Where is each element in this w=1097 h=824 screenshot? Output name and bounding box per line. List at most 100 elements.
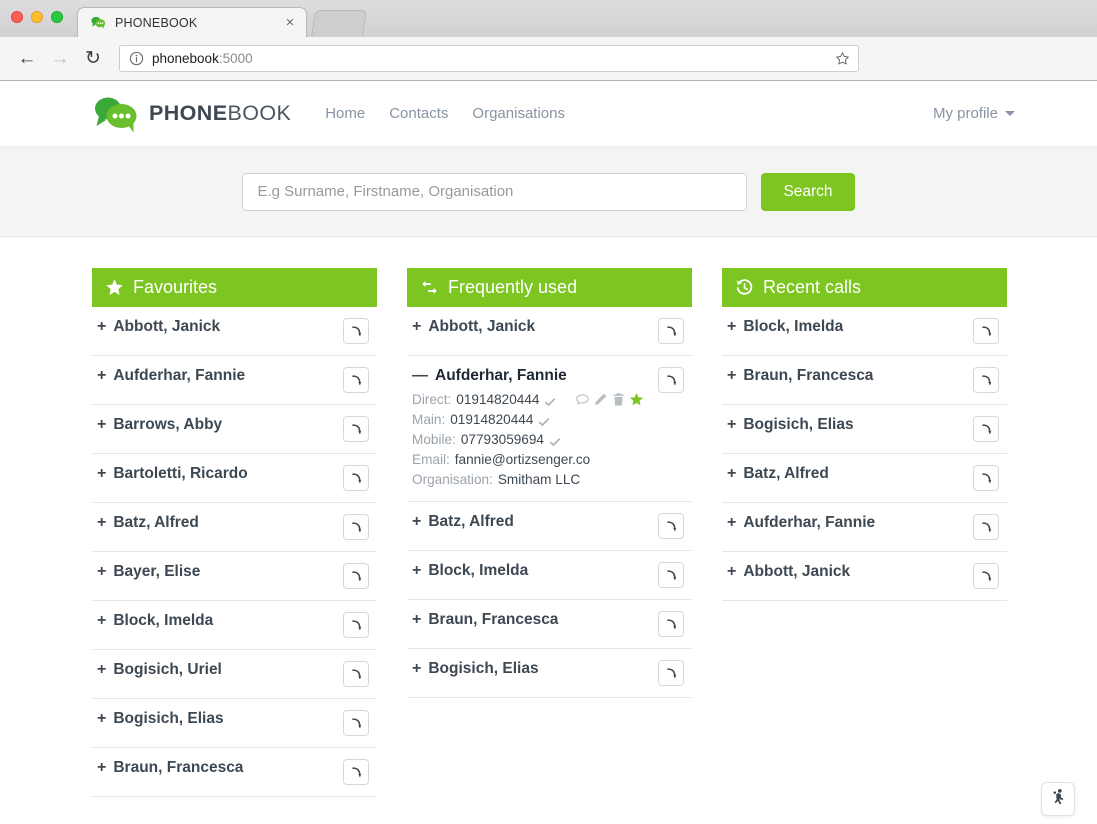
search-button[interactable]: Search bbox=[761, 173, 854, 211]
contact-name: + Bogisich, Uriel bbox=[97, 661, 343, 679]
expand-toggle-icon[interactable]: + bbox=[97, 759, 106, 777]
contact-row[interactable]: + Block, Imelda bbox=[92, 601, 377, 650]
contact-main: + Bartoletti, Ricardo bbox=[97, 465, 343, 483]
column-favourites: Favourites + Abbott, Janick bbox=[92, 268, 377, 797]
contact-row[interactable]: + Braun, Francesca bbox=[407, 600, 692, 649]
expand-toggle-icon[interactable]: + bbox=[97, 661, 106, 679]
dial-arrow-icon[interactable] bbox=[343, 563, 369, 589]
nav-item-organisations[interactable]: Organisations bbox=[460, 97, 577, 130]
dial-arrow-icon[interactable] bbox=[658, 367, 684, 393]
brand-logo-link[interactable]: PHONEBOOK bbox=[92, 95, 291, 133]
brand-text-bold: PHONE bbox=[149, 101, 227, 125]
contact-row[interactable]: + Bogisich, Elias bbox=[92, 699, 377, 748]
expand-toggle-icon[interactable]: + bbox=[97, 465, 106, 483]
new-tab-area[interactable] bbox=[311, 10, 367, 36]
contact-row[interactable]: + Batz, Alfred bbox=[92, 503, 377, 552]
expand-toggle-icon[interactable]: + bbox=[97, 416, 106, 434]
dial-arrow-icon[interactable] bbox=[343, 514, 369, 540]
dial-arrow-icon[interactable] bbox=[658, 660, 684, 686]
expand-toggle-icon[interactable]: + bbox=[412, 660, 421, 678]
expand-toggle-icon[interactable]: + bbox=[97, 318, 106, 336]
dial-arrow-icon[interactable] bbox=[973, 465, 999, 491]
dial-arrow-icon[interactable] bbox=[658, 513, 684, 539]
expand-toggle-icon[interactable]: + bbox=[412, 562, 421, 580]
dial-arrow-icon[interactable] bbox=[973, 416, 999, 442]
contact-row[interactable]: + Bogisich, Elias bbox=[722, 405, 1007, 454]
expand-toggle-icon[interactable]: + bbox=[727, 563, 736, 581]
contact-name-label: Batz, Alfred bbox=[113, 514, 199, 532]
expand-toggle-icon[interactable]: + bbox=[97, 612, 106, 630]
dial-arrow-icon[interactable] bbox=[343, 710, 369, 736]
contact-row[interactable]: + Bogisich, Uriel bbox=[92, 650, 377, 699]
dial-arrow-icon[interactable] bbox=[343, 759, 369, 785]
window-close-button[interactable] bbox=[11, 11, 23, 23]
accessibility-widget-button[interactable] bbox=[1041, 782, 1075, 816]
info-circle-icon[interactable] bbox=[129, 51, 144, 66]
contact-row[interactable]: + Batz, Alfred bbox=[407, 502, 692, 551]
expand-toggle-icon[interactable]: + bbox=[97, 367, 106, 385]
dial-arrow-icon[interactable] bbox=[973, 318, 999, 344]
url-port: :5000 bbox=[219, 51, 253, 66]
contact-row[interactable]: + Bogisich, Elias bbox=[407, 649, 692, 698]
contact-name-label: Bayer, Elise bbox=[113, 563, 200, 581]
expand-toggle-icon[interactable]: + bbox=[412, 513, 421, 531]
expand-toggle-icon[interactable]: + bbox=[97, 563, 106, 581]
back-button[interactable]: ← bbox=[12, 44, 42, 74]
expand-toggle-icon[interactable]: + bbox=[97, 514, 106, 532]
nav-item-home[interactable]: Home bbox=[318, 97, 377, 130]
expand-toggle-icon[interactable]: + bbox=[97, 710, 106, 728]
close-icon[interactable]: × bbox=[282, 15, 298, 31]
browser-tab-phonebook[interactable]: PHONEBOOK × bbox=[77, 7, 307, 37]
contact-row[interactable]: + Braun, Francesca bbox=[722, 356, 1007, 405]
expand-toggle-icon[interactable]: + bbox=[412, 318, 421, 336]
comment-icon[interactable] bbox=[575, 392, 590, 407]
contact-row-expanded[interactable]: — Aufderhar, Fannie bbox=[407, 356, 692, 502]
address-bar[interactable]: phonebook:5000 bbox=[119, 45, 859, 72]
dial-arrow-icon[interactable] bbox=[343, 465, 369, 491]
dial-arrow-icon[interactable] bbox=[658, 562, 684, 588]
dial-arrow-icon[interactable] bbox=[973, 563, 999, 589]
contact-row[interactable]: + Abbott, Janick bbox=[722, 552, 1007, 601]
dial-arrow-icon[interactable] bbox=[343, 318, 369, 344]
contact-row[interactable]: + Aufderhar, Fannie bbox=[722, 503, 1007, 552]
trash-icon[interactable] bbox=[611, 392, 626, 407]
reload-button[interactable]: ↻ bbox=[78, 44, 108, 74]
contact-row[interactable]: + Abbott, Janick bbox=[92, 307, 377, 356]
nav-item-contacts[interactable]: Contacts bbox=[377, 97, 460, 130]
contact-row[interactable]: + Batz, Alfred bbox=[722, 454, 1007, 503]
expand-toggle-icon[interactable]: + bbox=[727, 514, 736, 532]
my-profile-dropdown[interactable]: My profile bbox=[933, 105, 1015, 122]
window-minimize-button[interactable] bbox=[31, 11, 43, 23]
window-maximize-button[interactable] bbox=[51, 11, 63, 23]
dial-arrow-icon[interactable] bbox=[343, 416, 369, 442]
contact-row[interactable]: + Bayer, Elise bbox=[92, 552, 377, 601]
contact-row[interactable]: + Bartoletti, Ricardo bbox=[92, 454, 377, 503]
dial-arrow-icon[interactable] bbox=[973, 514, 999, 540]
pencil-icon[interactable] bbox=[593, 392, 608, 407]
contact-main: + Bogisich, Elias bbox=[727, 416, 973, 434]
dial-arrow-icon[interactable] bbox=[973, 367, 999, 393]
search-input[interactable] bbox=[242, 173, 747, 211]
contact-name: + Aufderhar, Fannie bbox=[727, 514, 973, 532]
browser-tabstrip: PHONEBOOK × bbox=[0, 0, 1097, 37]
star-icon[interactable] bbox=[629, 392, 644, 407]
expand-toggle-icon[interactable]: + bbox=[412, 611, 421, 629]
contact-row[interactable]: + Barrows, Abby bbox=[92, 405, 377, 454]
contact-row[interactable]: + Aufderhar, Fannie bbox=[92, 356, 377, 405]
dial-arrow-icon[interactable] bbox=[343, 367, 369, 393]
collapse-toggle-icon[interactable]: — bbox=[412, 367, 428, 385]
expand-toggle-icon[interactable]: + bbox=[727, 318, 736, 336]
dial-arrow-icon[interactable] bbox=[658, 318, 684, 344]
expand-toggle-icon[interactable]: + bbox=[727, 465, 736, 483]
dial-arrow-icon[interactable] bbox=[343, 661, 369, 687]
star-outline-icon[interactable] bbox=[835, 51, 850, 66]
expand-toggle-icon[interactable]: + bbox=[727, 416, 736, 434]
expand-toggle-icon[interactable]: + bbox=[727, 367, 736, 385]
contact-row[interactable]: + Braun, Francesca bbox=[92, 748, 377, 797]
contact-row[interactable]: + Block, Imelda bbox=[722, 307, 1007, 356]
dial-arrow-icon[interactable] bbox=[658, 611, 684, 637]
contact-row[interactable]: + Block, Imelda bbox=[407, 551, 692, 600]
dial-arrow-icon[interactable] bbox=[343, 612, 369, 638]
forward-button[interactable]: → bbox=[45, 44, 75, 74]
contact-row[interactable]: + Abbott, Janick bbox=[407, 307, 692, 356]
